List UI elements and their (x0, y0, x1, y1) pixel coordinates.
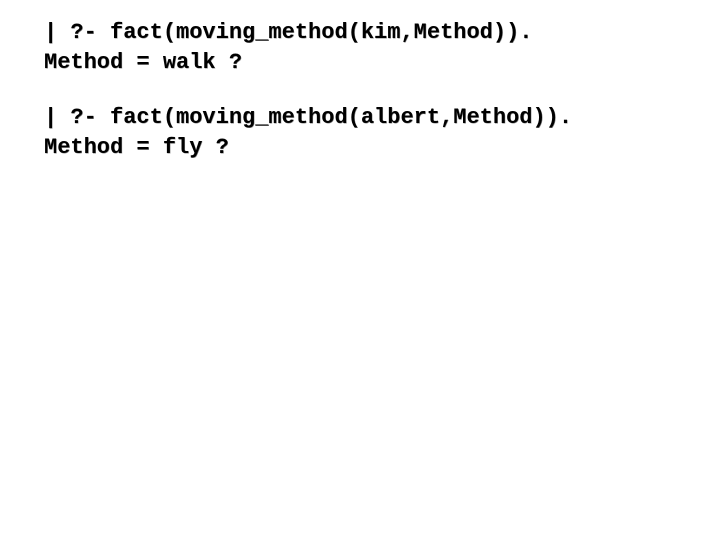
query-line: | ?- fact(moving_method(kim,Method)). (44, 20, 532, 45)
query-block-1: | ?- fact(moving_method(kim,Method)). Me… (44, 18, 676, 77)
query-line: | ?- fact(moving_method(albert,Method)). (44, 105, 572, 130)
result-line: Method = walk ? (44, 50, 242, 75)
code-listing: | ?- fact(moving_method(kim,Method)). Me… (0, 0, 720, 163)
query-block-2: | ?- fact(moving_method(albert,Method)).… (44, 103, 676, 162)
result-line: Method = fly ? (44, 135, 229, 160)
